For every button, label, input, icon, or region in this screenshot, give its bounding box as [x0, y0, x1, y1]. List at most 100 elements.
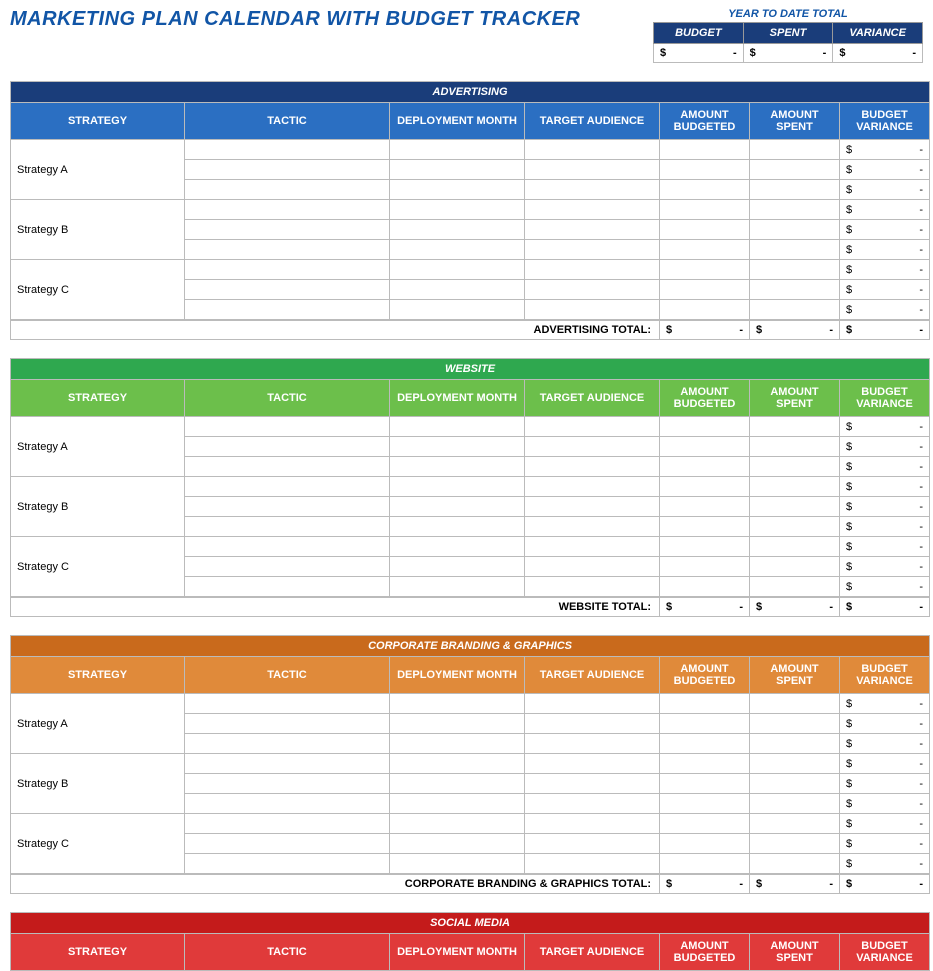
- data-cell[interactable]: [660, 497, 750, 517]
- data-cell[interactable]: [525, 794, 660, 814]
- variance-cell[interactable]: $-: [840, 794, 930, 814]
- variance-cell[interactable]: $-: [840, 417, 930, 437]
- data-cell[interactable]: [390, 794, 525, 814]
- data-cell[interactable]: [185, 854, 390, 874]
- data-cell[interactable]: [185, 754, 390, 774]
- data-cell[interactable]: [525, 577, 660, 597]
- data-cell[interactable]: [660, 854, 750, 874]
- strategy-cell[interactable]: Strategy B: [11, 200, 185, 260]
- data-cell[interactable]: [750, 497, 840, 517]
- strategy-cell[interactable]: Strategy A: [11, 694, 185, 754]
- data-cell[interactable]: [525, 517, 660, 537]
- data-cell[interactable]: [185, 260, 390, 280]
- data-cell[interactable]: [185, 577, 390, 597]
- variance-cell[interactable]: $-: [840, 577, 930, 597]
- data-cell[interactable]: [185, 240, 390, 260]
- data-cell[interactable]: [185, 477, 390, 497]
- data-cell[interactable]: [750, 417, 840, 437]
- data-cell[interactable]: [660, 814, 750, 834]
- data-cell[interactable]: [525, 260, 660, 280]
- data-cell[interactable]: [390, 694, 525, 714]
- data-cell[interactable]: [750, 140, 840, 160]
- strategy-cell[interactable]: Strategy C: [11, 260, 185, 320]
- strategy-cell[interactable]: Strategy C: [11, 814, 185, 874]
- data-cell[interactable]: [660, 220, 750, 240]
- data-cell[interactable]: [390, 477, 525, 497]
- data-cell[interactable]: [525, 200, 660, 220]
- data-cell[interactable]: [660, 477, 750, 497]
- data-cell[interactable]: [185, 834, 390, 854]
- variance-cell[interactable]: $-: [840, 457, 930, 477]
- data-cell[interactable]: [660, 694, 750, 714]
- data-cell[interactable]: [390, 260, 525, 280]
- data-cell[interactable]: [750, 854, 840, 874]
- variance-cell[interactable]: $-: [840, 517, 930, 537]
- data-cell[interactable]: [185, 694, 390, 714]
- data-cell[interactable]: [660, 280, 750, 300]
- data-cell[interactable]: [750, 557, 840, 577]
- data-cell[interactable]: [525, 774, 660, 794]
- ytd-budget-cell[interactable]: $-: [654, 44, 744, 63]
- data-cell[interactable]: [390, 280, 525, 300]
- data-cell[interactable]: [660, 300, 750, 320]
- variance-cell[interactable]: $-: [840, 537, 930, 557]
- data-cell[interactable]: [660, 457, 750, 477]
- variance-cell[interactable]: $-: [840, 477, 930, 497]
- ytd-variance-cell[interactable]: $-: [833, 44, 923, 63]
- data-cell[interactable]: [390, 517, 525, 537]
- data-cell[interactable]: [750, 577, 840, 597]
- data-cell[interactable]: [185, 180, 390, 200]
- data-cell[interactable]: [390, 240, 525, 260]
- data-cell[interactable]: [750, 794, 840, 814]
- data-cell[interactable]: [185, 517, 390, 537]
- data-cell[interactable]: [660, 754, 750, 774]
- variance-cell[interactable]: $-: [840, 694, 930, 714]
- data-cell[interactable]: [525, 417, 660, 437]
- data-cell[interactable]: [660, 794, 750, 814]
- data-cell[interactable]: [390, 457, 525, 477]
- data-cell[interactable]: [185, 814, 390, 834]
- variance-cell[interactable]: $-: [840, 834, 930, 854]
- data-cell[interactable]: [750, 180, 840, 200]
- data-cell[interactable]: [525, 714, 660, 734]
- data-cell[interactable]: [185, 557, 390, 577]
- data-cell[interactable]: [750, 834, 840, 854]
- data-cell[interactable]: [750, 814, 840, 834]
- data-cell[interactable]: [390, 734, 525, 754]
- data-cell[interactable]: [390, 754, 525, 774]
- strategy-cell[interactable]: Strategy B: [11, 754, 185, 814]
- strategy-cell[interactable]: Strategy A: [11, 417, 185, 477]
- data-cell[interactable]: [525, 734, 660, 754]
- variance-cell[interactable]: $-: [840, 240, 930, 260]
- strategy-cell[interactable]: Strategy C: [11, 537, 185, 597]
- data-cell[interactable]: [660, 417, 750, 437]
- variance-cell[interactable]: $-: [840, 714, 930, 734]
- data-cell[interactable]: [525, 557, 660, 577]
- data-cell[interactable]: [660, 834, 750, 854]
- variance-cell[interactable]: $-: [840, 300, 930, 320]
- data-cell[interactable]: [750, 280, 840, 300]
- data-cell[interactable]: [390, 200, 525, 220]
- data-cell[interactable]: [660, 577, 750, 597]
- data-cell[interactable]: [750, 694, 840, 714]
- data-cell[interactable]: [185, 794, 390, 814]
- data-cell[interactable]: [525, 160, 660, 180]
- data-cell[interactable]: [185, 200, 390, 220]
- data-cell[interactable]: [525, 477, 660, 497]
- data-cell[interactable]: [525, 437, 660, 457]
- data-cell[interactable]: [525, 300, 660, 320]
- data-cell[interactable]: [185, 437, 390, 457]
- data-cell[interactable]: [185, 160, 390, 180]
- variance-cell[interactable]: $-: [840, 734, 930, 754]
- data-cell[interactable]: [525, 140, 660, 160]
- data-cell[interactable]: [185, 734, 390, 754]
- data-cell[interactable]: [750, 160, 840, 180]
- data-cell[interactable]: [660, 517, 750, 537]
- data-cell[interactable]: [525, 814, 660, 834]
- data-cell[interactable]: [750, 300, 840, 320]
- variance-cell[interactable]: $-: [840, 280, 930, 300]
- data-cell[interactable]: [750, 200, 840, 220]
- strategy-cell[interactable]: Strategy B: [11, 477, 185, 537]
- data-cell[interactable]: [390, 577, 525, 597]
- data-cell[interactable]: [525, 240, 660, 260]
